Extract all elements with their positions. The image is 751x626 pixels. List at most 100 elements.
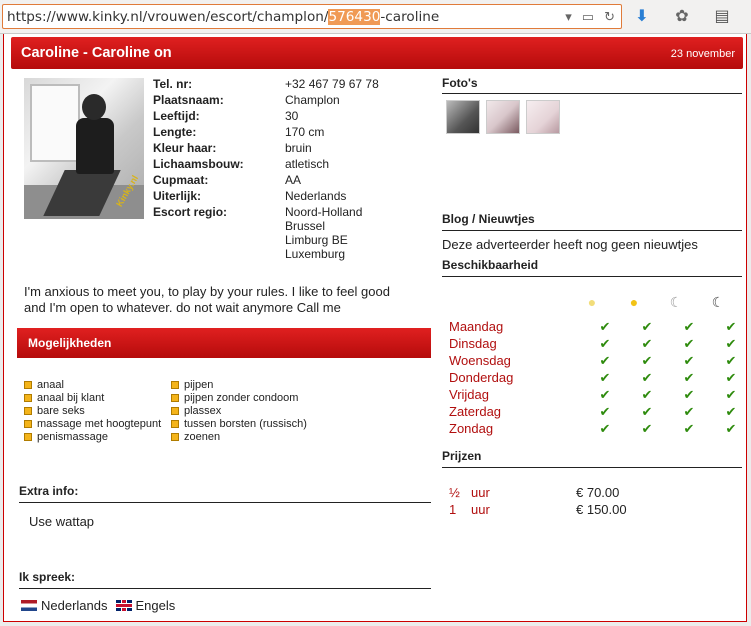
divider (19, 502, 431, 503)
night-moon-icon: ☾ (711, 294, 725, 310)
photo-thumbnail[interactable] (526, 100, 560, 134)
availability-row: Woensdag ✔ ✔ ✔ ✔ (449, 353, 749, 370)
check-icon: ✔ (683, 404, 695, 419)
section-title: Mogelijkheden (28, 336, 112, 350)
day-name: Woensdag (449, 353, 511, 368)
url-input[interactable]: https://www.kinky.nl/vrouwen/escort/cham… (2, 4, 622, 29)
service-item: plassex (171, 404, 307, 417)
period-icons: ● ● ☾ ☾ (571, 294, 739, 311)
bullet-square-icon (24, 419, 32, 428)
divider (442, 276, 742, 277)
bullet-square-icon (171, 393, 179, 402)
availability-row: Zondag ✔ ✔ ✔ ✔ (449, 421, 749, 438)
day-name: Donderdag (449, 370, 514, 385)
profile-value: Noord-Holland Brussel Limburg BE Luxemburg (285, 205, 363, 261)
check-icon: ✔ (725, 370, 737, 385)
check-icon: ✔ (641, 370, 653, 385)
profile-label: Escort regio: (153, 205, 228, 219)
chevron-down-icon[interactable]: ▾ (565, 9, 572, 25)
service-item: bare seks (24, 404, 161, 417)
extra-info-heading: Extra info: (19, 484, 79, 498)
evening-moon-icon: ☾ (669, 294, 683, 310)
photo-thumbnail[interactable] (446, 100, 480, 134)
profile-label: Tel. nr: (153, 77, 193, 91)
languages-heading: Ik spreek: (19, 570, 76, 584)
afternoon-sun-icon: ● (629, 294, 639, 310)
check-icon: ✔ (725, 387, 737, 402)
profile-label: Kleur haar: (153, 141, 217, 155)
day-name: Dinsdag (449, 336, 497, 351)
check-icon: ✔ (641, 404, 653, 419)
check-icon: ✔ (725, 421, 737, 436)
check-icon: ✔ (599, 370, 611, 385)
service-item: massage met hoogtepunt (24, 417, 161, 430)
bullet-square-icon (171, 432, 179, 441)
bullet-square-icon (171, 419, 179, 428)
reload-icon[interactable]: ↻ (604, 9, 615, 25)
service-item: pijpen zonder condoom (171, 391, 307, 404)
check-icon: ✔ (641, 319, 653, 334)
check-icon: ✔ (683, 319, 695, 334)
language-item: Nederlands (41, 598, 108, 613)
check-icon: ✔ (683, 387, 695, 402)
service-item: anaal (24, 378, 161, 391)
photos-heading: Foto's (442, 76, 478, 90)
bullet-square-icon (24, 393, 32, 402)
profile-label: Plaatsnaam: (153, 93, 224, 107)
photo-thumbnail[interactable] (486, 100, 520, 134)
photo-thumbnails (446, 100, 560, 134)
day-name: Zaterdag (449, 404, 502, 419)
profile-value: atletisch (285, 157, 330, 171)
check-icon: ✔ (683, 421, 695, 436)
dutch-flag-icon (21, 600, 37, 611)
divider (19, 588, 431, 589)
profile-label: Lichaamsbouw: (153, 157, 244, 171)
post-date: 23 november (670, 48, 735, 60)
blog-heading: Blog / Nieuwtjes (442, 212, 535, 226)
url-text: https://www.kinky.nl/vrouwen/escort/cham… (7, 9, 440, 25)
clipboard-icon[interactable]: ▤ (712, 5, 732, 27)
profile-value: 170 cm (285, 125, 325, 139)
profile-value: bruin (285, 141, 312, 155)
profile-label: Lengte: (153, 125, 197, 139)
extension-icon[interactable]: ✿ (672, 5, 692, 27)
profile-page: Caroline - Caroline on 23 november Kinky… (3, 34, 747, 622)
check-icon: ✔ (599, 404, 611, 419)
profile-photo[interactable]: Kinky.nl (24, 78, 144, 219)
prices-heading: Prijzen (442, 449, 482, 463)
availability-row: Vrijdag ✔ ✔ ✔ ✔ (449, 387, 749, 404)
check-icon: ✔ (725, 319, 737, 334)
download-arrow-icon[interactable]: ⬇ (632, 5, 652, 27)
divider (442, 467, 742, 468)
check-icon: ✔ (599, 421, 611, 436)
availability-row: Zaterdag ✔ ✔ ✔ ✔ (449, 404, 749, 421)
extra-info-text: Use wattap (29, 514, 95, 529)
profile-value: 30 (285, 109, 299, 123)
profile-label: Leeftijd: (153, 109, 200, 123)
reader-view-icon[interactable]: ▭ (582, 9, 594, 25)
availability-row: Dinsdag ✔ ✔ ✔ ✔ (449, 336, 749, 353)
check-icon: ✔ (683, 353, 695, 368)
bullet-square-icon (24, 380, 32, 389)
bullet-square-icon (171, 406, 179, 415)
check-icon: ✔ (599, 353, 611, 368)
availability-row: Donderdag ✔ ✔ ✔ ✔ (449, 370, 749, 387)
price-qty: ½ (449, 485, 460, 500)
availability-row: Maandag ✔ ✔ ✔ ✔ (449, 319, 749, 336)
check-icon: ✔ (683, 370, 695, 385)
service-item: penismassage (24, 430, 161, 443)
morning-sun-icon: ● (587, 294, 597, 310)
divider (442, 230, 742, 231)
profile-label: Cupmaat: (153, 173, 209, 187)
bullet-square-icon (171, 380, 179, 389)
languages-list: Nederlands Engels (21, 598, 175, 613)
english-flag-icon (115, 600, 132, 611)
price-amount: € 70.00 (576, 485, 620, 500)
services-list-2: pijpen pijpen zonder condoom plassex tussen… (171, 378, 307, 443)
bullet-square-icon (24, 432, 32, 441)
price-qty: 1 (449, 502, 457, 517)
check-icon: ✔ (725, 353, 737, 368)
language-item: Engels (135, 598, 176, 613)
day-name: Vrijdag (449, 387, 489, 402)
profile-value: AA (285, 173, 302, 187)
